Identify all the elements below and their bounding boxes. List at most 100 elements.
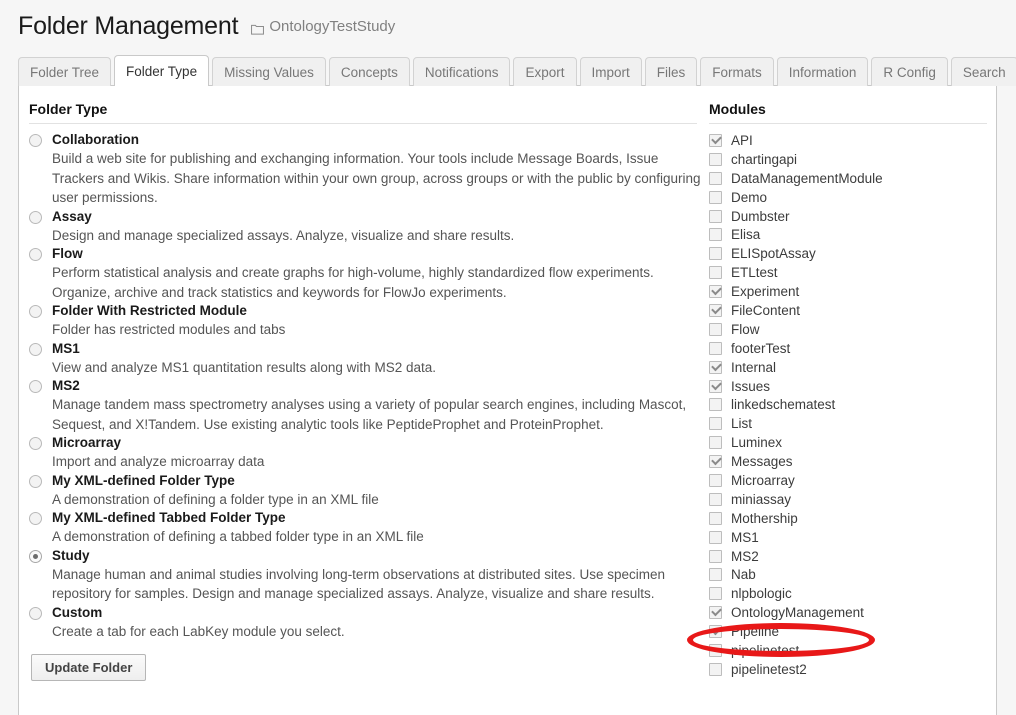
radio-button-icon[interactable] [29, 549, 42, 563]
tab-r-config[interactable]: R Config [871, 57, 948, 86]
tab-notifications[interactable]: Notifications [412, 57, 511, 86]
radio-button-icon[interactable] [29, 380, 42, 393]
module-row[interactable]: Mothership [709, 509, 989, 528]
radio-button-icon[interactable] [29, 437, 42, 450]
checkbox-icon[interactable] [709, 133, 722, 147]
checkbox-icon[interactable] [709, 455, 722, 469]
module-row[interactable]: miniassay [709, 490, 989, 509]
checkbox-icon[interactable] [709, 662, 722, 676]
module-row[interactable]: pipelinetest2 [709, 660, 989, 679]
folder-type-option[interactable]: Custom Create a tab for each LabKey modul… [29, 604, 704, 642]
folder-type-option-row[interactable]: Flow [29, 245, 704, 263]
radio-button-icon[interactable] [29, 248, 42, 261]
module-row[interactable]: Pipeline [709, 622, 989, 641]
folder-type-option-row[interactable]: Collaboration [29, 131, 704, 149]
checkbox-icon[interactable] [709, 247, 722, 261]
module-row[interactable]: Issues [709, 377, 989, 396]
tab-folder-tree[interactable]: Folder Tree [18, 57, 112, 86]
folder-type-option-row[interactable]: My XML-defined Tabbed Folder Type [29, 509, 704, 527]
folder-type-option-row[interactable]: MS2 [29, 377, 704, 395]
checkbox-icon[interactable] [709, 530, 722, 544]
tab-export[interactable]: Export [513, 57, 577, 86]
checkbox-icon[interactable] [709, 492, 722, 506]
checkbox-icon[interactable] [709, 209, 722, 223]
tab-concepts[interactable]: Concepts [328, 57, 410, 86]
module-row[interactable]: pipelinetest [709, 641, 989, 660]
tab-missing-values[interactable]: Missing Values [212, 57, 326, 86]
module-row[interactable]: Dumbster [709, 207, 989, 226]
tab-import[interactable]: Import [579, 57, 642, 86]
module-row[interactable]: MS1 [709, 528, 989, 547]
folder-type-option[interactable]: My XML-defined Folder Type A demonstratio… [29, 472, 704, 510]
checkbox-icon[interactable] [709, 625, 722, 639]
radio-button-icon[interactable] [29, 606, 42, 620]
module-row[interactable]: Microarray [709, 471, 989, 490]
tab-search[interactable]: Search [950, 57, 1016, 86]
checkbox-icon[interactable] [709, 398, 722, 412]
checkbox-icon[interactable] [709, 341, 722, 355]
module-row[interactable]: nlpbologic [709, 584, 989, 603]
checkbox-icon[interactable] [709, 322, 722, 336]
module-row[interactable]: MS2 [709, 547, 989, 566]
checkbox-icon[interactable] [709, 606, 722, 620]
checkbox-icon[interactable] [709, 473, 722, 487]
folder-type-option-row[interactable]: Study [29, 547, 704, 565]
checkbox-icon[interactable] [709, 303, 722, 317]
radio-button-icon[interactable] [29, 134, 42, 147]
module-row[interactable]: API [709, 131, 989, 150]
checkbox-icon[interactable] [709, 266, 722, 280]
tab-formats[interactable]: Formats [700, 57, 774, 86]
checkbox-icon[interactable] [709, 228, 722, 242]
checkbox-icon[interactable] [709, 190, 722, 204]
module-row[interactable]: ETLtest [709, 263, 989, 282]
folder-type-option[interactable]: MS1 View and analyze MS1 quantitation res… [29, 340, 704, 378]
checkbox-icon[interactable] [709, 171, 722, 185]
module-row[interactable]: Elisa [709, 225, 989, 244]
checkbox-icon[interactable] [709, 379, 722, 393]
folder-type-option-row[interactable]: Assay [29, 208, 704, 226]
radio-button-icon[interactable] [29, 210, 42, 224]
folder-type-option[interactable]: Flow Perform statistical analysis and cre… [29, 245, 704, 302]
checkbox-icon[interactable] [709, 417, 722, 431]
module-row[interactable]: OntologyManagement [709, 603, 989, 622]
checkbox-icon[interactable] [709, 285, 722, 299]
folder-type-option[interactable]: Folder With Restricted Module Folder has … [29, 302, 704, 340]
folder-type-option-row[interactable]: Custom [29, 604, 704, 622]
folder-type-option-row[interactable]: Microarray [29, 434, 704, 452]
folder-type-option[interactable]: Microarray Import and analyze microarray … [29, 434, 704, 472]
folder-type-option[interactable]: Assay Design and manage specialized assay… [29, 208, 704, 246]
update-folder-button[interactable]: Update Folder [31, 654, 147, 681]
checkbox-icon[interactable] [709, 152, 722, 166]
checkbox-icon[interactable] [709, 643, 722, 657]
checkbox-icon[interactable] [709, 436, 722, 450]
module-row[interactable]: Experiment [709, 282, 989, 301]
module-row[interactable]: ELISpotAssay [709, 244, 989, 263]
radio-button-icon[interactable] [29, 305, 42, 318]
module-row[interactable]: Internal [709, 358, 989, 377]
module-row[interactable]: Nab [709, 565, 989, 584]
module-row[interactable]: chartingapi [709, 150, 989, 169]
folder-type-option-row[interactable]: MS1 [29, 340, 704, 358]
module-row[interactable]: FileContent [709, 301, 989, 320]
module-row[interactable]: Luminex [709, 433, 989, 452]
checkbox-icon[interactable] [709, 587, 722, 601]
checkbox-icon[interactable] [709, 360, 722, 374]
checkbox-icon[interactable] [709, 549, 722, 563]
folder-type-option-row[interactable]: Folder With Restricted Module [29, 302, 704, 320]
radio-button-icon[interactable] [29, 512, 42, 525]
module-row[interactable]: linkedschematest [709, 395, 989, 414]
checkbox-icon[interactable] [709, 511, 722, 525]
tab-files[interactable]: Files [644, 57, 698, 86]
folder-type-option[interactable]: My XML-defined Tabbed Folder Type A demon… [29, 509, 704, 547]
module-row[interactable]: DataManagementModule [709, 169, 989, 188]
folder-type-option[interactable]: Collaboration Build a web site for publis… [29, 131, 704, 208]
module-row[interactable]: Messages [709, 452, 989, 471]
radio-button-icon[interactable] [29, 474, 42, 488]
folder-type-option[interactable]: MS2 Manage tandem mass spectrometry analy… [29, 377, 704, 434]
module-row[interactable]: Demo [709, 188, 989, 207]
tab-information[interactable]: Information [776, 57, 869, 86]
tab-folder-type[interactable]: Folder Type [114, 55, 210, 86]
module-row[interactable]: footerTest [709, 339, 989, 358]
radio-button-icon[interactable] [29, 342, 42, 356]
checkbox-icon[interactable] [709, 568, 722, 582]
